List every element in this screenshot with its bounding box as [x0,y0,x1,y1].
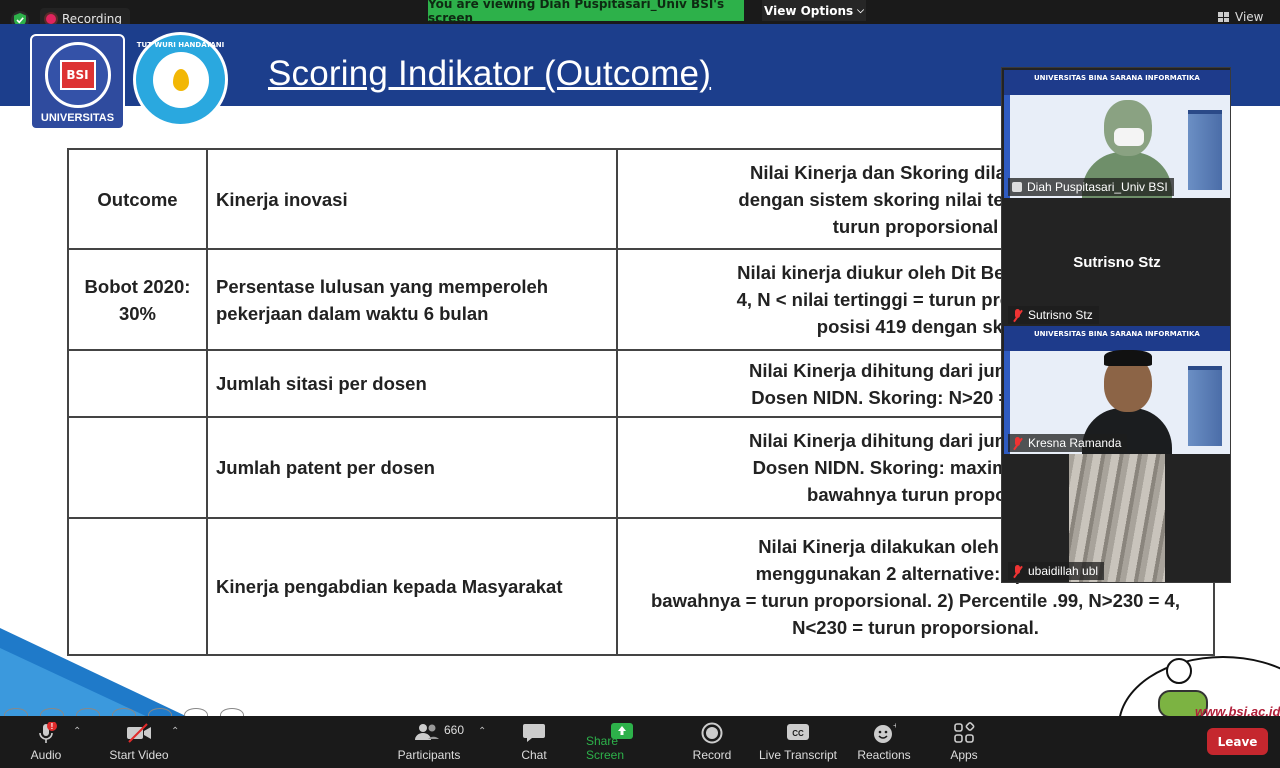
table-cell-col1: Outcome [67,148,208,250]
slide-title: Scoring Indikator (Outcome) [268,54,712,93]
closed-captions-icon: CC [787,724,809,740]
apps-button[interactable]: Apps [946,716,982,768]
share-screen-icon [611,723,633,739]
participants-count: 660 [444,723,465,737]
building-graphic [1188,110,1222,190]
muted-mic-icon [1012,436,1023,450]
reactions-label: Reactions [857,748,911,762]
video-tile-ubaidillah[interactable]: ubaidillah ubl [1004,454,1230,582]
university-logo-caption: UNIVERSITAS [40,112,115,124]
video-options-caret-icon[interactable]: ⌃ [171,726,179,737]
participant-name: Sutrisno Stz [1028,308,1093,322]
tut-wuri-handayani-logo: TUT WURI HANDAYANI [133,32,228,127]
participant-name: Diah Puspitasari_Univ BSI [1027,180,1168,194]
video-tile-sutrisno[interactable]: Sutrisno Stz Sutrisno Stz [1004,198,1230,326]
flame-icon [172,68,189,91]
meeting-toolbar: ! Audio ⌃ Start Video ⌃ 660 Participants… [0,716,1280,768]
video-tile-diah[interactable]: UNIVERSITAS BINA SARANA INFORMATIKA Diah… [1004,70,1230,198]
building-graphic [1188,366,1222,446]
svg-text:!: ! [51,722,54,731]
speaker-icon [1012,182,1022,192]
participant-name: ubaidillah ubl [1028,564,1099,578]
muted-mic-icon [1012,564,1023,578]
muted-mic-icon [1012,308,1023,322]
participants-label: Participants [397,748,461,762]
table-cell-col2: Kinerja inovasi [206,148,618,250]
participant-name-tag: Diah Puspitasari_Univ BSI [1008,178,1174,196]
participant-name-tag: Kresna Ramanda [1008,434,1128,452]
university-logo: BSI UNIVERSITAS [30,34,125,130]
apps-icon [954,722,975,743]
chat-bubble-icon [523,724,545,742]
view-options-button[interactable]: View Options ⌵ [762,0,866,21]
audio-options-caret-icon[interactable]: ⌃ [73,726,81,737]
start-video-label: Start Video [109,748,169,762]
record-icon [701,722,723,744]
chat-button[interactable]: Chat [514,716,554,768]
table-cell-col2: Jumlah sitasi per dosen [206,349,618,418]
table-cell-col1: Bobot 2020: 30% [67,248,208,351]
cell-text-line: Jumlah patent per dosen [216,457,435,478]
audio-button[interactable]: ! Audio [24,716,68,768]
cell-text-line: N<230 = turun proporsional. [792,616,1039,638]
table-cell-col2: Jumlah patent per dosen [206,416,618,519]
svg-text:CC: CC [792,729,804,738]
website-url: www.bsi.ac.id [1195,704,1280,716]
recording-dot-icon [46,14,56,24]
video-tile-kresna[interactable]: UNIVERSITAS BINA SARANA INFORMATIKA Kres… [1004,326,1230,454]
grid-view-icon [1218,12,1229,22]
background-header: UNIVERSITAS BINA SARANA INFORMATIKA [1034,330,1200,338]
view-button[interactable]: View [1218,10,1263,24]
live-transcript-label: Live Transcript [758,748,838,762]
apps-label: Apps [950,748,978,762]
cell-text-line: 30% [118,302,157,324]
participant-name: Kresna Ramanda [1028,436,1122,450]
participant-name-tag: ubaidillah ubl [1008,562,1105,580]
cell-text-line: Bobot 2020: [84,275,191,297]
website-badge-dot [1166,658,1192,684]
video-camera-off-icon [127,723,151,743]
tut-wuri-logo-text: TUT WURI HANDAYANI [136,41,225,49]
participants-options-caret-icon[interactable]: ⌃ [478,726,486,737]
participants-icon [415,724,439,740]
view-button-label: View [1235,10,1264,24]
table-cell-col2: Kinerja pengabdian kepada Masyarakat [206,517,618,656]
university-logo-emblem: BSI [44,42,111,108]
cell-text-line: Kinerja inovasi [216,188,348,210]
viewing-screen-banner: You are viewing Diah Puspitasari_Univ BS… [428,0,744,25]
reactions-button[interactable]: + Reactions [856,716,912,768]
cell-text-line: Outcome [97,188,178,210]
cell-text-line: Persentase lulusan yang memperoleh [216,275,549,297]
start-video-button[interactable]: Start Video [106,716,172,768]
table-cell-col2: Persentase lulusan yang memperoleh pekerj… [206,248,618,351]
cell-text-line: pekerjaan dalam waktu 6 bulan [216,302,489,324]
chat-label: Chat [521,748,547,762]
live-transcript-button[interactable]: CC Live Transcript [758,716,838,768]
microphone-icon: ! [39,722,57,743]
reactions-smiley-icon: + [874,722,896,743]
record-label: Record [692,748,732,762]
cell-text-line: Jumlah sitasi per dosen [216,373,427,394]
decorative-corner-shape-inner [0,648,150,716]
record-button[interactable]: Record [690,716,734,768]
share-screen-button[interactable]: Share Screen [586,716,658,768]
tut-wuri-logo-core [152,51,209,108]
table-cell-col1 [67,416,208,519]
chevron-down-icon: ⌵ [857,5,864,16]
table-cell-col1 [67,349,208,418]
background-header: UNIVERSITAS BINA SARANA INFORMATIKA [1034,74,1200,82]
participants-button[interactable]: 660 Participants [396,716,465,768]
video-panel[interactable]: UNIVERSITAS BINA SARANA INFORMATIKA Diah… [1001,67,1231,583]
university-logo-mark: BSI [59,60,96,90]
audio-label: Audio [30,748,62,762]
participant-name-tag: Sutrisno Stz [1008,306,1099,324]
leave-button[interactable]: Leave [1207,728,1268,755]
view-options-label: View Options [764,3,854,18]
cell-text-line: Kinerja pengabdian kepada Masyarakat [216,576,563,597]
cell-text-line: bawahnya = turun proporsional. 2) Percen… [651,589,1180,611]
svg-text:+: + [893,722,896,730]
